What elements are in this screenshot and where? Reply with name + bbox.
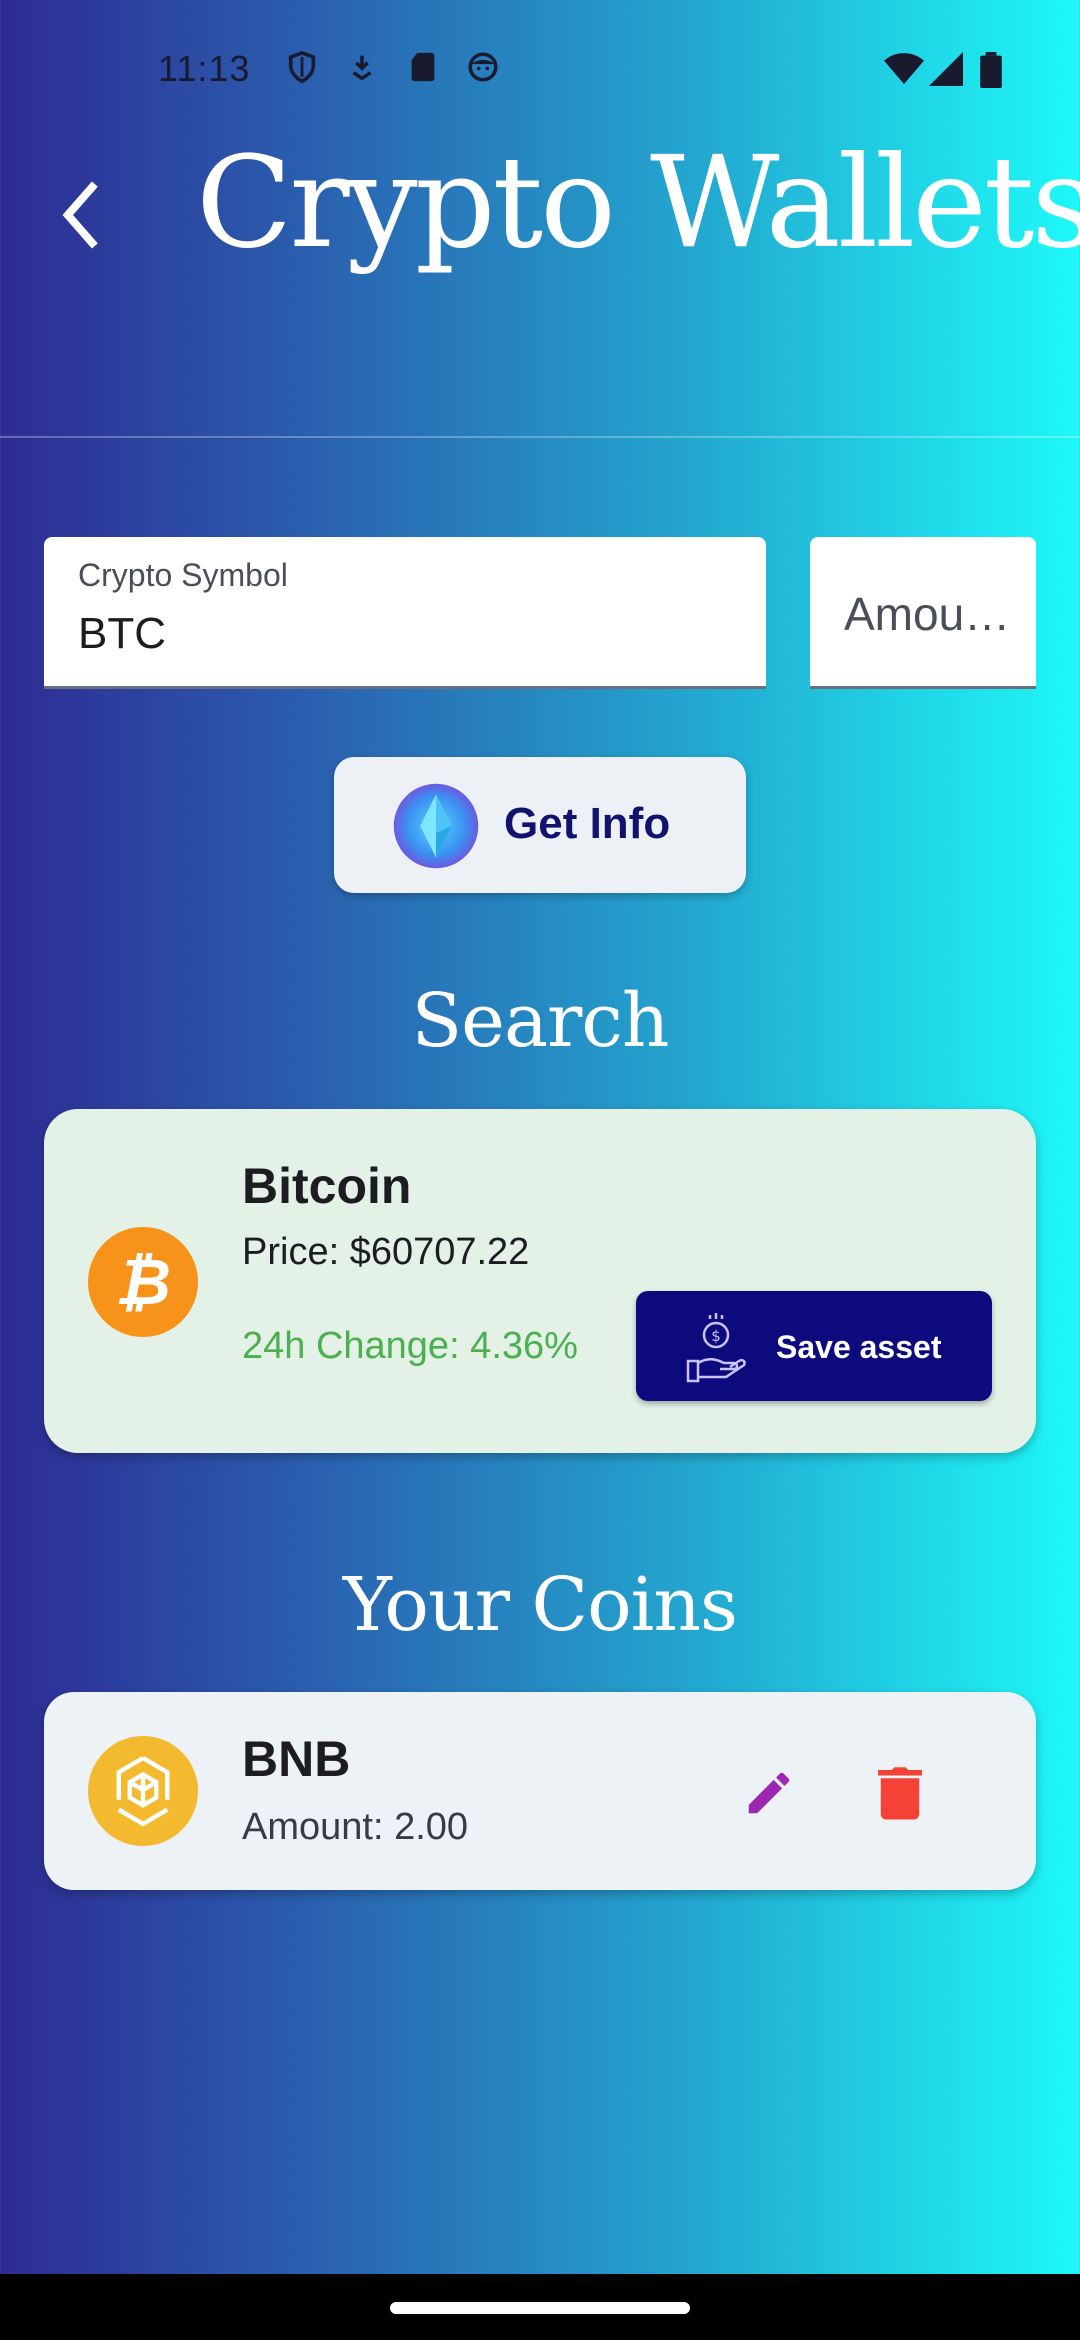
search-section-title: Search <box>411 978 669 1064</box>
download-icon <box>352 55 372 81</box>
coin-symbol: BNB <box>242 1731 351 1787</box>
page-title: Crypto Wallets <box>196 129 1080 276</box>
save-asset-button[interactable]: $ Save asset <box>636 1291 992 1401</box>
crypto-symbol-label: Crypto Symbol <box>78 557 288 593</box>
get-info-button[interactable]: Get Info <box>334 757 746 893</box>
coin-price: Price: $60707.22 <box>242 1231 530 1273</box>
crypto-symbol-field[interactable]: Crypto Symbol BTC <box>44 537 766 689</box>
bitcoin-icon: ₿ <box>88 1227 198 1337</box>
svg-text:$: $ <box>711 1327 721 1345</box>
amount-field[interactable]: Amou… <box>810 537 1036 689</box>
signal-icon <box>929 52 963 86</box>
save-asset-label: Save asset <box>776 1329 942 1365</box>
wifi-icon <box>884 53 924 84</box>
battery-icon <box>980 52 1002 88</box>
status-time: 11:13 <box>158 48 251 89</box>
home-handle[interactable] <box>390 2302 690 2314</box>
ethereum-icon <box>393 783 479 869</box>
get-info-label: Get Info <box>504 799 671 848</box>
coin-change: 24h Change: 4.36% <box>242 1325 578 1367</box>
back-button[interactable] <box>50 180 110 250</box>
svg-text:₿: ₿ <box>115 1246 171 1320</box>
edit-icon[interactable] <box>742 1766 796 1820</box>
shield-icon <box>288 50 316 84</box>
divider <box>0 436 1080 438</box>
face-icon <box>468 52 498 82</box>
bnb-icon <box>88 1736 198 1846</box>
delete-icon[interactable] <box>878 1764 922 1820</box>
money-hand-icon: $ <box>686 1313 746 1383</box>
sd-card-icon <box>411 52 435 82</box>
search-result-card: ₿ Bitcoin Price: $60707.22 24h Change: 4… <box>44 1109 1036 1453</box>
coins-section-title: Your Coins <box>342 1562 738 1648</box>
coin-amount: Amount: 2.00 <box>242 1806 469 1848</box>
coin-name: Bitcoin <box>242 1158 412 1214</box>
crypto-symbol-value[interactable]: BTC <box>78 609 166 659</box>
amount-placeholder: Amou… <box>844 588 1011 640</box>
list-item: BNB Amount: 2.00 <box>44 1692 1036 1890</box>
